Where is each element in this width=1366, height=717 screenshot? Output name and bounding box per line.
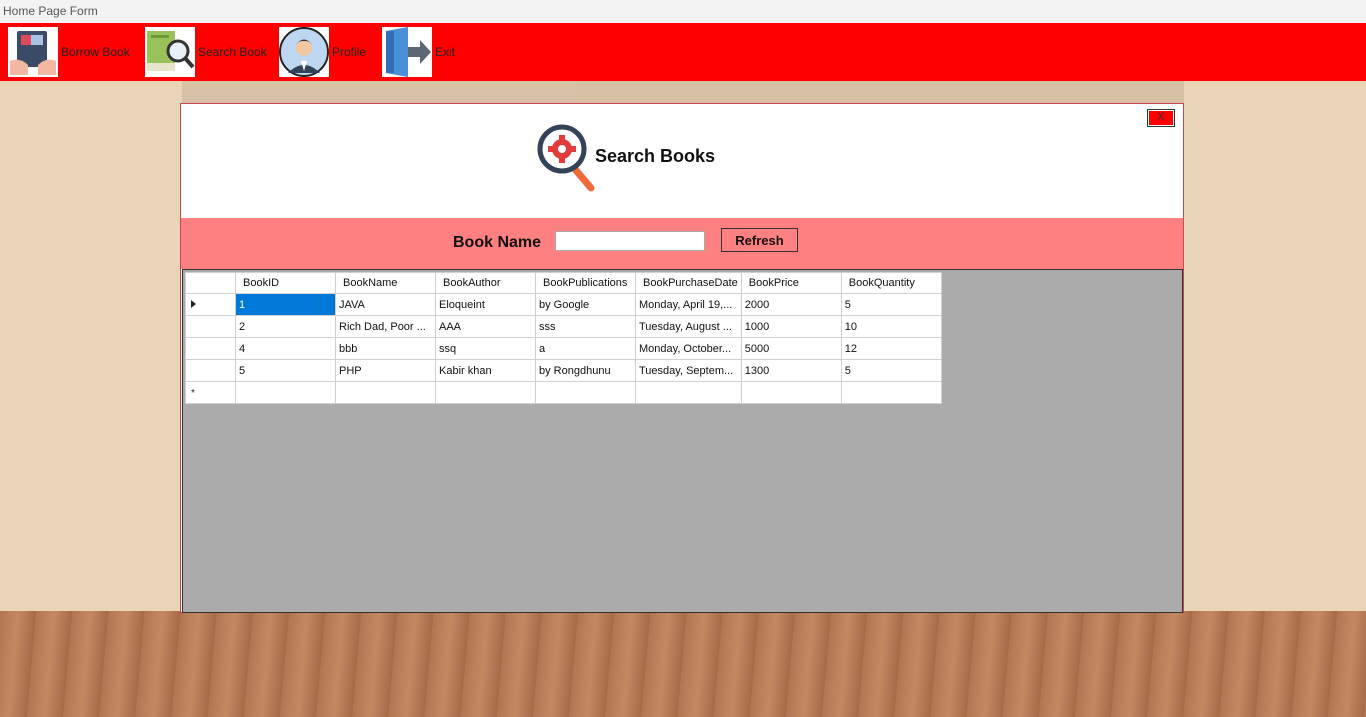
table-cell[interactable]: 12 (840, 337, 942, 360)
menu-label-search-book: Search Book (198, 45, 267, 59)
window-title: Home Page Form (0, 0, 1366, 23)
table-cell[interactable]: bbb (335, 337, 436, 360)
new-table-row[interactable]: * (185, 381, 942, 404)
row-header-new[interactable]: * (185, 381, 236, 404)
menu-item-borrow-book[interactable]: Borrow Book (8, 27, 130, 77)
menu-item-exit[interactable]: Exit (382, 27, 455, 77)
refresh-button[interactable]: Refresh (721, 228, 798, 252)
table-cell[interactable]: 1300 (740, 359, 842, 382)
table-row[interactable]: 4 bbb ssq a Monday, October... 5000 12 (185, 337, 942, 360)
column-header-bookauthor[interactable]: BookAuthor (435, 272, 536, 294)
table-cell[interactable]: Rich Dad, Poor ... (335, 315, 436, 338)
menu-bar: Borrow Book Search Book Profile Exit (0, 23, 1366, 81)
new-row-marker: * (191, 387, 195, 399)
table-cell-empty[interactable] (235, 381, 336, 404)
books-table: BookID BookName BookAuthor BookPublicati… (185, 272, 942, 404)
close-button[interactable]: X (1147, 109, 1175, 127)
table-cell[interactable]: Tuesday, August ... (635, 315, 742, 338)
menu-item-search-book[interactable]: Search Book (145, 27, 267, 77)
book-name-input[interactable] (555, 231, 705, 251)
table-cell[interactable]: a (535, 337, 636, 360)
table-cell[interactable]: 1 (235, 293, 336, 316)
table-cell[interactable]: Monday, April 19,... (635, 293, 742, 316)
table-cell[interactable]: 5 (840, 359, 942, 382)
borrow-book-icon (8, 27, 58, 77)
table-cell-empty[interactable] (335, 381, 436, 404)
table-cell[interactable]: PHP (335, 359, 436, 382)
table-cell-empty[interactable] (435, 381, 536, 404)
menu-label-borrow-book: Borrow Book (61, 45, 130, 59)
search-gear-icon (536, 124, 596, 194)
search-books-form: X Search Books Book Name Refresh BookID … (180, 103, 1184, 613)
table-cell[interactable]: 5 (235, 359, 336, 382)
column-header-bookquantity[interactable]: BookQuantity (840, 272, 942, 294)
table-cell[interactable]: 4 (235, 337, 336, 360)
table-cell[interactable]: by Google (535, 293, 636, 316)
books-data-grid[interactable]: BookID BookName BookAuthor BookPublicati… (182, 269, 1183, 613)
table-cell-empty[interactable] (840, 381, 942, 404)
row-header[interactable] (185, 359, 236, 382)
column-header-bookprice[interactable]: BookPrice (740, 272, 842, 294)
table-cell[interactable]: 2000 (740, 293, 842, 316)
column-header-bookpublications[interactable]: BookPublications (535, 272, 636, 294)
menu-label-profile: Profile (332, 45, 367, 59)
search-strip: Book Name Refresh (181, 218, 1183, 269)
table-cell-empty[interactable] (535, 381, 636, 404)
table-cell[interactable]: 5 (840, 293, 942, 316)
row-header[interactable] (185, 337, 236, 360)
table-cell[interactable]: Kabir khan (435, 359, 536, 382)
table-cell[interactable]: sss (535, 315, 636, 338)
form-title: Search Books (595, 146, 716, 166)
table-cell[interactable]: Eloqueint (435, 293, 536, 316)
menu-item-profile[interactable]: Profile (279, 27, 366, 77)
search-book-icon (145, 27, 195, 77)
table-cell[interactable]: 10 (840, 315, 942, 338)
column-header-bookpurchasedate[interactable]: BookPurchaseDate (635, 272, 742, 294)
table-cell[interactable]: 2 (235, 315, 336, 338)
row-header-current[interactable] (185, 293, 236, 316)
background-floor (0, 611, 1366, 717)
table-cell[interactable]: AAA (435, 315, 536, 338)
menu-label-exit: Exit (435, 45, 456, 59)
table-cell[interactable]: ssq (435, 337, 536, 360)
book-name-label: Book Name (453, 234, 542, 251)
table-cell[interactable]: Monday, October... (635, 337, 742, 360)
table-cell[interactable]: 1000 (740, 315, 842, 338)
table-row[interactable]: 5 PHP Kabir khan by Rongdhunu Tuesday, S… (185, 359, 942, 382)
form-header: X Search Books (181, 104, 1183, 218)
grid-corner-header[interactable] (185, 272, 236, 294)
current-row-arrow-icon (191, 299, 196, 308)
column-header-bookid[interactable]: BookID (235, 272, 336, 294)
table-cell[interactable]: JAVA (335, 293, 436, 316)
row-header[interactable] (185, 315, 236, 338)
table-cell[interactable]: 5000 (740, 337, 842, 360)
table-header-row: BookID BookName BookAuthor BookPublicati… (185, 272, 942, 294)
column-header-bookname[interactable]: BookName (335, 272, 436, 294)
exit-icon (382, 27, 432, 77)
table-cell-empty[interactable] (635, 381, 742, 404)
table-cell[interactable]: Tuesday, Septem... (635, 359, 742, 382)
profile-icon (279, 27, 329, 77)
table-cell[interactable]: by Rongdhunu (535, 359, 636, 382)
table-cell-empty[interactable] (740, 381, 842, 404)
table-row[interactable]: 2 Rich Dad, Poor ... AAA sss Tuesday, Au… (185, 315, 942, 338)
table-row[interactable]: 1 JAVA Eloqueint by Google Monday, April… (185, 293, 942, 316)
